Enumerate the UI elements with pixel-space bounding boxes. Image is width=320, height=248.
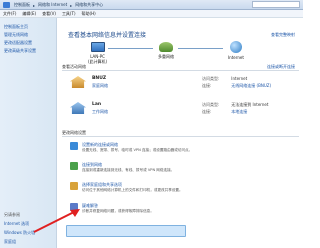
row-key: 连接: (202, 109, 212, 114)
task-troubleshoot: 疑难解答 诊断并修复网络问题，或获得故障排除信息。 (70, 203, 295, 221)
task-description: 连接到或重新连接到无线、有线、拨号或 VPN 网络连接。 (82, 168, 175, 172)
connection-line (108, 48, 153, 49)
sidebar-item-adapter-settings[interactable]: 更改适配器设置 (4, 40, 32, 46)
network-name: Lan (92, 102, 102, 107)
chevron-right-icon: ▸ (70, 2, 73, 8)
divider (62, 136, 299, 137)
breadcrumb-item[interactable]: 控制面板 (14, 2, 30, 8)
divider (62, 70, 299, 71)
search-input[interactable] (252, 1, 300, 8)
menu-file[interactable]: 文件(F) (3, 11, 16, 17)
main-content: 查看基本网络信息并设置连接 查看完整映射 LAN-PC (此计算机) 多重网络 … (58, 18, 303, 248)
sidebar-item-windows-firewall[interactable]: Windows 防火墙 (4, 230, 35, 236)
active-network-card: BNUZ 家庭网络 访问类型: Internet 连接: 无线网络连接 (BNU… (70, 76, 300, 100)
address-bar: 控制面板 ▸ 网络和 Internet ▸ 网络和共享中心 (0, 0, 303, 10)
menu-tools[interactable]: 工具(T) (62, 11, 76, 17)
home-network-icon (70, 76, 86, 88)
network-sharing-center-window: 控制面板 ▸ 网络和 Internet ▸ 网络和共享中心 文件(F) 编辑(E… (0, 0, 303, 248)
task-connect-network: 连接到网络 连接到或重新连接到无线、有线、拨号或 VPN 网络连接。 (70, 162, 295, 180)
task-description: 设置无线、宽带、拨号、临时或 VPN 连接；或设置路由器或访问点。 (82, 148, 193, 152)
network-type-link[interactable]: 家庭网络 (92, 83, 108, 89)
row-key: 访问类型: (202, 76, 220, 81)
network-name: BNUZ (92, 76, 107, 81)
map-node-sublabel: (此计算机) (88, 59, 108, 64)
full-map-link[interactable]: 查看完整映射 (271, 32, 295, 38)
homegroup-icon (70, 182, 78, 190)
connect-network-icon (70, 162, 78, 170)
sidebar: 控制面板主页 管理无线网络 更改适配器设置 更改高级共享设置 另请参阅 Inte… (0, 18, 57, 248)
sidebar-item-advanced-sharing[interactable]: 更改高级共享设置 (4, 48, 36, 54)
row-value: Internet (231, 76, 248, 81)
connection-row: 连接: 本地连接 (202, 109, 247, 115)
breadcrumb-item[interactable]: 网络和共享中心 (75, 2, 103, 8)
access-type-row: 访问类型: 无法连接到 Internet (202, 102, 268, 108)
work-network-icon (70, 102, 86, 114)
network-icon (159, 42, 173, 52)
task-description: 访问位于其他网络计算机上的文件和打印机，或更改共享设置。 (82, 188, 183, 192)
map-node-label: Internet (228, 55, 244, 60)
map-node-multiple-networks[interactable]: 多重网络 (158, 42, 174, 60)
access-type-row: 访问类型: Internet (202, 76, 247, 82)
globe-icon (229, 41, 242, 53)
breadcrumb-item[interactable]: 网络和 Internet (38, 2, 67, 8)
map-node-internet[interactable]: Internet (228, 41, 244, 60)
sidebar-item-homegroup[interactable]: 家庭组 (4, 239, 16, 245)
map-node-label: 多重网络 (158, 54, 174, 59)
chevron-right-icon: ▸ (33, 2, 36, 8)
task-homegroup-sharing: 选择家庭组和共享选项 访问位于其他网络计算机上的文件和打印机，或更改共享设置。 (70, 182, 295, 200)
menu-bar: 文件(F) 编辑(E) 查看(V) 工具(T) 帮助(H) (0, 10, 303, 18)
task-setup-connection: 设置新的连接或网络 设置无线、宽带、拨号、临时或 VPN 连接；或设置路由器或访… (70, 142, 295, 160)
connection-row: 连接: 无线网络连接 (BNUZ) (202, 83, 271, 89)
computer-icon (90, 42, 105, 52)
breadcrumb: 控制面板 ▸ 网络和 Internet ▸ 网络和共享中心 (14, 2, 103, 8)
selection-highlight (66, 225, 186, 237)
row-key: 连接: (202, 83, 212, 88)
troubleshoot-icon (70, 203, 78, 211)
task-description: 诊断并修复网络问题，或获得故障排除信息。 (82, 209, 154, 213)
active-network-card: Lan 工作网络 访问类型: 无法连接到 Internet 连接: 本地连接 (70, 102, 300, 126)
sidebar-item-manage-wireless[interactable]: 管理无线网络 (4, 32, 28, 38)
sidebar-item-internet-options[interactable]: Internet 选项 (4, 221, 29, 227)
network-type-link[interactable]: 工作网络 (92, 109, 108, 115)
page-title: 查看基本网络信息并设置连接 (68, 32, 147, 39)
menu-view[interactable]: 查看(V) (42, 11, 56, 17)
connection-line (178, 48, 223, 49)
menu-edit[interactable]: 编辑(E) (22, 11, 36, 17)
control-panel-icon (3, 2, 10, 8)
map-node-this-pc[interactable]: LAN-PC (此计算机) (88, 42, 107, 65)
local-connection-link[interactable]: 本地连接 (231, 109, 247, 114)
sidebar-item-control-panel-home[interactable]: 控制面板主页 (4, 24, 28, 30)
new-connection-icon (70, 142, 78, 150)
wireless-connection-link[interactable]: 无线网络连接 (BNUZ) (231, 83, 271, 88)
menu-help[interactable]: 帮助(H) (82, 11, 96, 17)
row-key: 访问类型: (202, 102, 220, 107)
see-also-heading: 另请参阅 (4, 212, 20, 217)
row-value: 无法连接到 Internet (231, 102, 269, 107)
